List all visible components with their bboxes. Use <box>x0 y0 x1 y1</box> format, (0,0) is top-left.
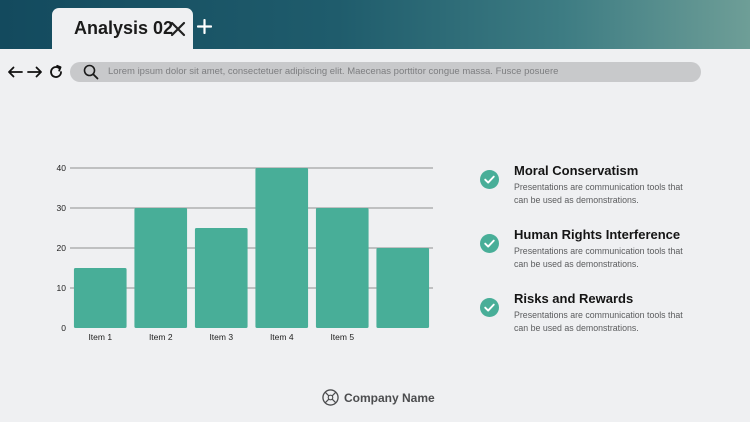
company-name: Company Name <box>344 391 435 405</box>
x-tick-label: Item 5 <box>330 332 354 342</box>
search-icon <box>83 64 99 80</box>
check-circle-icon <box>480 298 499 317</box>
feature-item: Risks and Rewards Presentations are comm… <box>480 291 730 336</box>
feature-description: Presentations are communication tools th… <box>514 246 683 269</box>
bar <box>255 168 309 328</box>
bar <box>194 228 248 328</box>
plus-icon[interactable] <box>197 19 212 34</box>
logo-icon <box>322 389 339 406</box>
y-tick-label: 10 <box>57 283 67 293</box>
y-tick-label: 40 <box>57 163 67 173</box>
bar <box>376 248 430 328</box>
feature-description: Presentations are communication tools th… <box>514 310 683 333</box>
feature-item: Human Rights Interference Presentations … <box>480 227 730 272</box>
feature-title: Moral Conservatism <box>514 163 639 178</box>
search-input[interactable]: Lorem ipsum dolor sit amet, consectetuer… <box>108 66 558 77</box>
arrow-right-icon[interactable] <box>27 64 43 80</box>
x-tick-label: Item 1 <box>88 332 112 342</box>
bar <box>134 208 188 328</box>
arrow-left-icon[interactable] <box>7 64 23 80</box>
feature-item: Moral Conservatism Presentations are com… <box>480 163 730 208</box>
feature-description: Presentations are communication tools th… <box>514 182 683 205</box>
x-tick-label: Item 2 <box>149 332 173 342</box>
y-tick-label: 20 <box>57 243 67 253</box>
tab-analysis[interactable]: Analysis 02 <box>52 8 193 49</box>
check-circle-icon <box>480 170 499 189</box>
feature-title: Risks and Rewards <box>514 291 634 306</box>
tab-title: Analysis 02 <box>74 18 174 38</box>
company-brand: Company Name <box>322 389 442 407</box>
bar <box>315 208 369 328</box>
reload-icon[interactable] <box>48 64 64 80</box>
search-bar[interactable]: Lorem ipsum dolor sit amet, consectetuer… <box>70 62 701 82</box>
x-tick-label: Item 4 <box>270 332 294 342</box>
bar <box>73 268 127 328</box>
x-tick-label: Item 3 <box>209 332 233 342</box>
title-bar: Analysis 02 <box>0 0 750 49</box>
bar-chart: 0 10 20 30 40 Item 1 Item 2 Item 3 Item 4 Item 5 <box>57 163 433 342</box>
check-circle-icon <box>480 234 499 253</box>
y-tick-label: 0 <box>61 323 66 333</box>
close-icon[interactable] <box>170 21 186 37</box>
feature-title: Human Rights Interference <box>514 227 681 242</box>
y-tick-label: 30 <box>57 203 67 213</box>
